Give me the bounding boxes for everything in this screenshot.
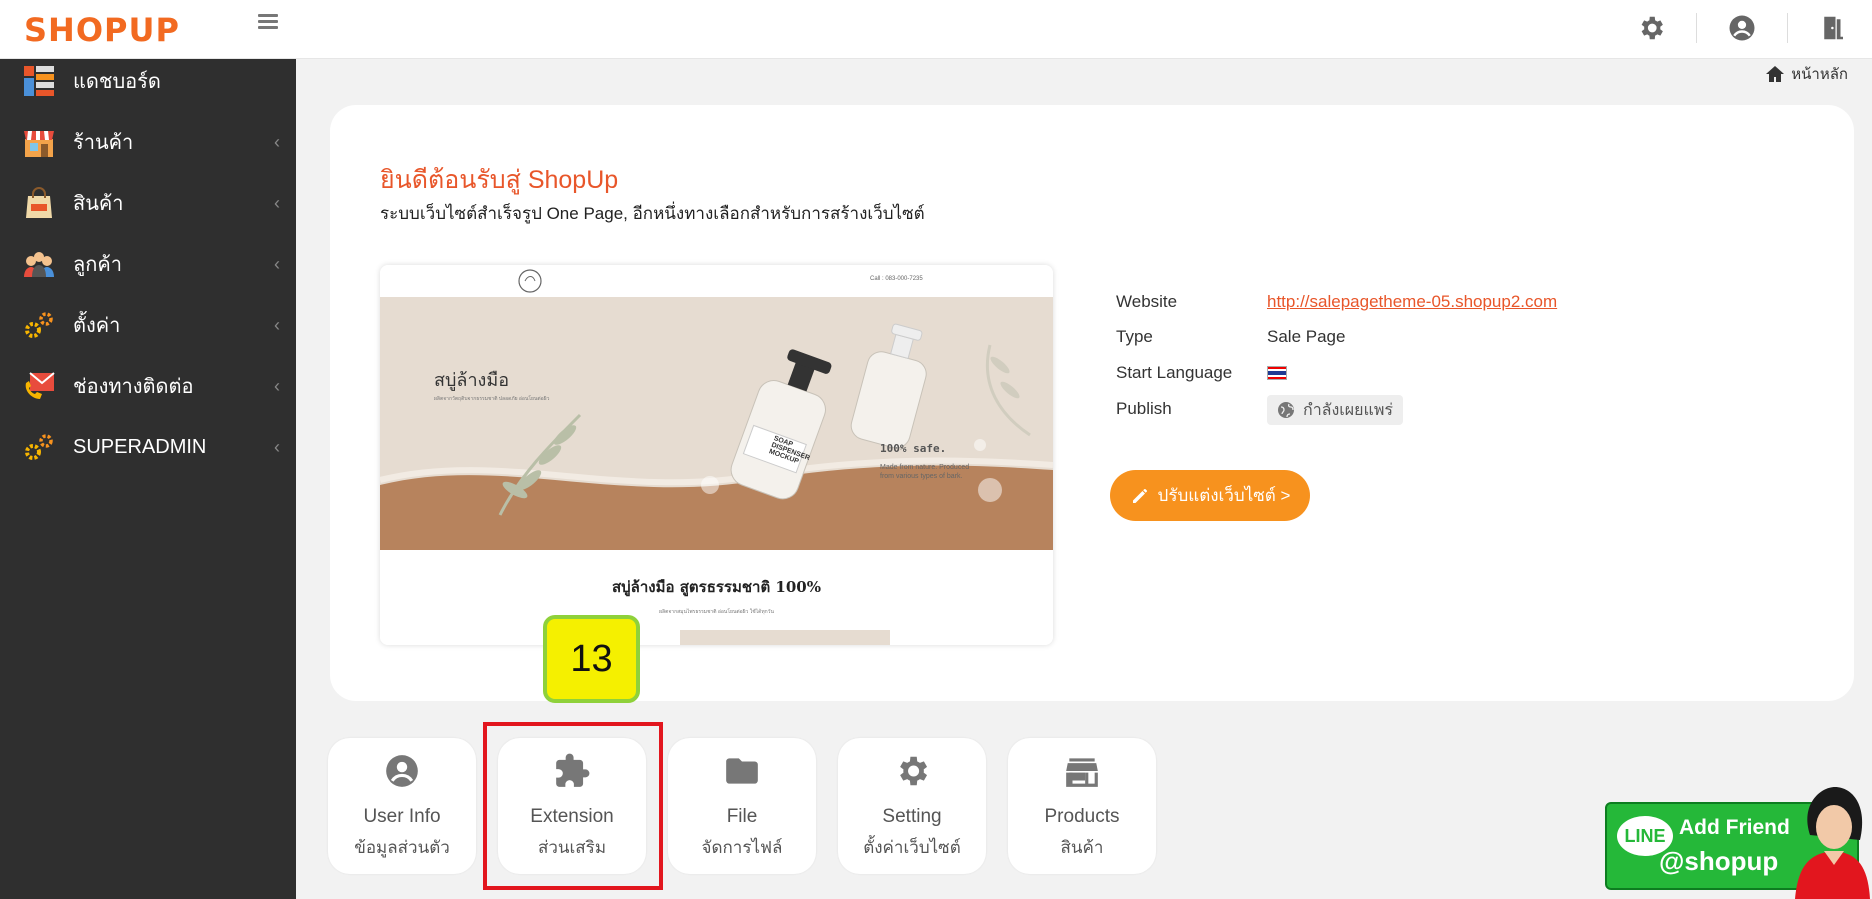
hamburger-menu-icon[interactable]: [258, 14, 278, 30]
tile-subtitle: จัดการไฟล์: [701, 838, 783, 857]
tile-title: File: [726, 806, 758, 827]
gears-icon: [25, 312, 53, 338]
sidebar-item-label: ลูกค้า: [73, 254, 122, 276]
sidebar-item-label: ร้านค้า: [73, 132, 134, 154]
tile-title: Setting: [882, 806, 942, 827]
website-label: Website: [1116, 292, 1178, 311]
contact-mail-icon: [25, 372, 55, 399]
tile-subtitle: สินค้า: [1060, 838, 1104, 857]
support-person-avatar: [1795, 787, 1870, 899]
sidebar-item-label: แดชบอร์ด: [73, 71, 161, 93]
preview-hero-title: สบู่ล้างมือ: [434, 370, 510, 391]
step-marker-badge: 13: [543, 615, 640, 703]
store-icon: [1066, 758, 1098, 787]
tile-file[interactable]: File จัดการไฟล์: [668, 738, 816, 874]
folder-icon: [726, 758, 758, 784]
sidebar-item-settings[interactable]: ตั้งค่า ‹: [0, 297, 296, 353]
tile-title: User Info: [363, 806, 441, 827]
chevron-left-icon: ‹: [274, 375, 280, 396]
publish-status-text: กำลังเผยแพร่: [1303, 401, 1393, 419]
tile-products[interactable]: Products สินค้า: [1008, 738, 1156, 874]
pencil-icon: [1132, 488, 1147, 503]
tile-subtitle: ตั้งค่าเว็บไซต์: [863, 838, 961, 857]
logout-door-icon[interactable]: [1818, 13, 1848, 43]
store-icon: [24, 131, 54, 157]
divider: [1787, 13, 1788, 43]
website-link[interactable]: http://salepagetheme-05.shopup2.com: [1267, 292, 1557, 311]
sidebar-item-label: สินค้า: [73, 193, 124, 215]
sidebar-item-customers[interactable]: ลูกค้า ‹: [0, 236, 296, 292]
shopping-bag-icon: [26, 187, 52, 218]
sidebar-item-contact[interactable]: ช่องทางติดต่อ ‹: [0, 358, 296, 414]
shopup-logo[interactable]: SHOPUP: [24, 11, 180, 49]
home-icon: [1766, 66, 1785, 82]
customers-icon: [24, 252, 54, 277]
customize-button-label: ปรับแต่งเว็บไซต์ >: [1157, 486, 1291, 505]
line-banner-handle: @shopup: [1659, 846, 1779, 876]
dashboard-icon: [24, 66, 54, 96]
sidebar-item-superadmin[interactable]: SUPERADMIN ‹: [0, 419, 296, 475]
language-label: Start Language: [1116, 363, 1233, 382]
sidebar-item-dashboard[interactable]: แดชบอร์ด: [0, 53, 296, 109]
chevron-left-icon: ‹: [274, 314, 280, 335]
customize-website-button[interactable]: ปรับแต่งเว็บไซต์ >: [1110, 470, 1310, 521]
sidebar-item-label: SUPERADMIN: [73, 435, 207, 458]
type-value: Sale Page: [1267, 327, 1346, 346]
thai-flag-icon: [1267, 366, 1287, 380]
user-circle-icon[interactable]: [1727, 13, 1757, 43]
breadcrumb[interactable]: หน้าหลัก: [1765, 62, 1848, 86]
preview-phone: Call : 083-000-7235: [870, 276, 923, 282]
gear-icon[interactable]: [1636, 13, 1666, 43]
line-banner-title: Add Friend: [1679, 816, 1790, 839]
page-title: ยินดีต้อนรับสู่ ShopUp: [380, 166, 619, 194]
page-subtitle: ระบบเว็บไซต์สำเร็จรูป One Page, อีกหนึ่ง…: [380, 204, 925, 223]
tile-subtitle: ข้อมูลส่วนตัว: [354, 838, 450, 857]
tile-title: Products: [1044, 806, 1120, 827]
highlight-box: [483, 722, 663, 890]
chevron-left-icon: ‹: [274, 192, 280, 213]
user-circle-icon: [386, 755, 418, 787]
preview-section-desc: ผลิตจากสมุนไพรธรรมชาติ อ่อนโยนต่อผิว ใช้…: [659, 609, 774, 615]
preview-safe-title: 100% safe.: [880, 442, 947, 455]
publish-label: Publish: [1116, 399, 1172, 418]
top-bar: SHOPUP: [0, 0, 1872, 59]
sidebar-item-label: ตั้งค่า: [73, 315, 121, 337]
gears-icon: [25, 434, 53, 460]
sidebar-item-store[interactable]: ร้านค้า ‹: [0, 114, 296, 170]
publish-status-badge: กำลังเผยแพร่: [1267, 395, 1403, 425]
sidebar: แดชบอร์ด ร้านค้า ‹ สินค้า ‹ ลูกค้า ‹ ตั้…: [0, 59, 296, 899]
globe-icon: [1278, 402, 1294, 418]
chevron-left-icon: ‹: [274, 436, 280, 457]
sidebar-item-products[interactable]: สินค้า ‹: [0, 175, 296, 231]
preview-section-title: สบู่ล้างมือ สูตรธรรมชาติ 100%: [612, 578, 821, 596]
website-preview[interactable]: Call : 083-000-7235 สบู่ล้างมือ ผลิตจากว…: [380, 265, 1053, 645]
type-label: Type: [1116, 327, 1153, 346]
tile-setting[interactable]: Setting ตั้งค่าเว็บไซต์: [838, 738, 986, 874]
preview-hero-desc: ผลิตจากวัตถุดิบจากธรรมชาติ ปลอดภัย อ่อนโ…: [434, 396, 550, 402]
divider: [1696, 13, 1697, 43]
gear-icon: [900, 756, 928, 786]
chevron-left-icon: ‹: [274, 253, 280, 274]
tile-user-info[interactable]: User Info ข้อมูลส่วนตัว: [328, 738, 476, 874]
chevron-left-icon: ‹: [274, 131, 280, 152]
sidebar-item-label: ช่องทางติดต่อ: [73, 376, 194, 398]
breadcrumb-home[interactable]: หน้าหลัก: [1791, 62, 1848, 86]
preview-safe-desc: Made from nature. Produced from various …: [880, 464, 970, 481]
